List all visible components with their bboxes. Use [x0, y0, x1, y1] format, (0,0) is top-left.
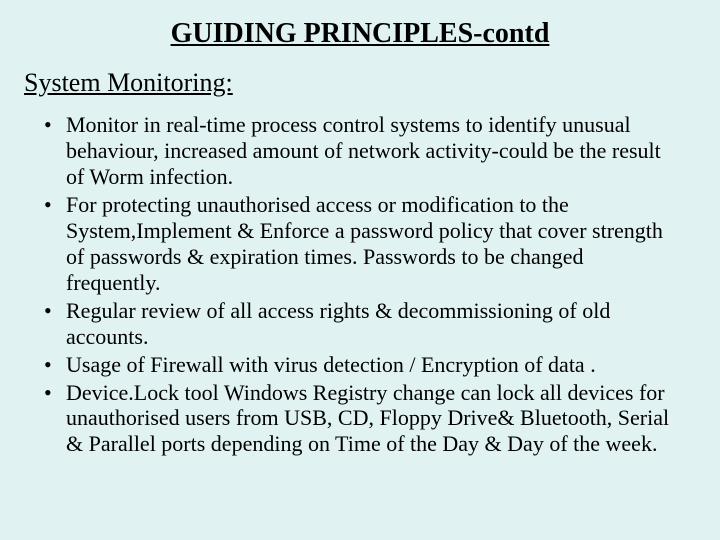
list-item: Device.Lock tool Windows Registry change… — [66, 380, 680, 458]
list-item: Regular review of all access rights & de… — [66, 298, 680, 350]
section-heading: System Monitoring: — [24, 68, 680, 98]
list-item: Monitor in real-time process control sys… — [66, 112, 680, 190]
list-item: For protecting unauthorised access or mo… — [66, 192, 680, 296]
bullet-list: Monitor in real-time process control sys… — [40, 112, 680, 457]
slide-title: GUIDING PRINCIPLES-contd — [40, 18, 680, 50]
list-item: Usage of Firewall with virus detection /… — [66, 352, 680, 378]
